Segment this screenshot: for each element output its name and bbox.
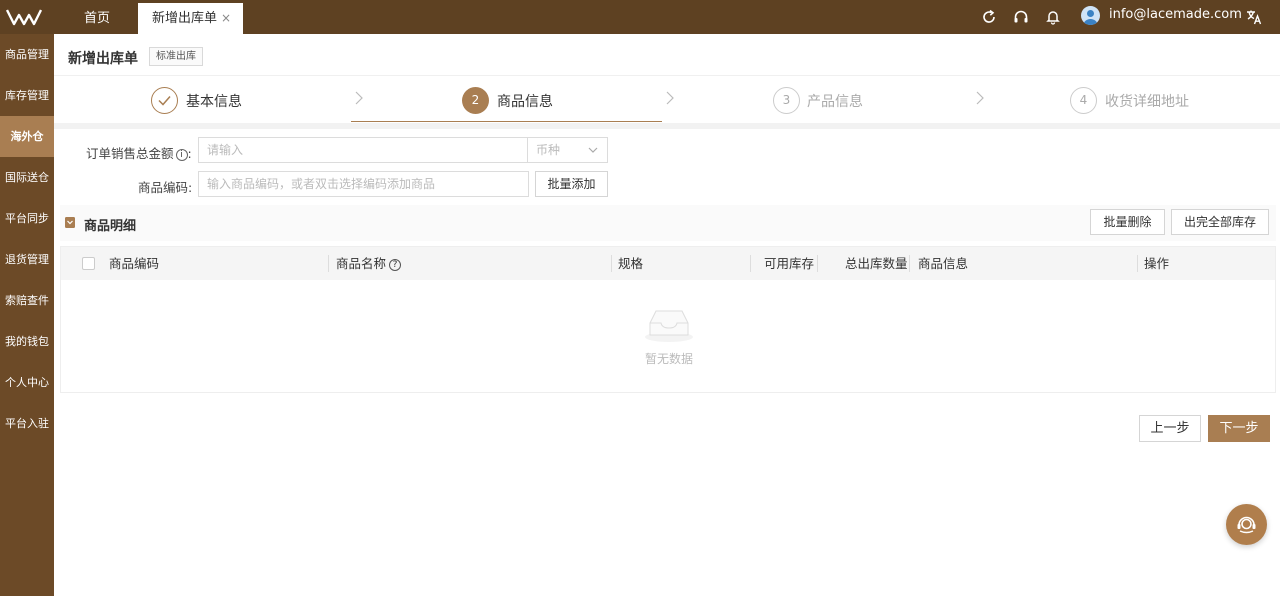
- col-sku: 商品编码: [109, 256, 160, 271]
- user-email[interactable]: info@lacemade.com: [1109, 0, 1242, 30]
- col-name-label: 商品名称: [336, 256, 387, 271]
- sidebar-item-platform-join[interactable]: 平台入驻: [0, 403, 54, 444]
- sku-label: 商品编码:: [138, 180, 193, 195]
- all-out-button[interactable]: 出完全部库存: [1171, 209, 1269, 235]
- col-actions: 操作: [1144, 256, 1170, 271]
- active-step-indicator: [351, 121, 662, 122]
- table-header: 商品编码 商品名称? 规格 可用库存 总出库数量 商品信息 操作: [61, 247, 1275, 280]
- tab-label: 新增出库单: [152, 11, 218, 26]
- total-amount-label-text: 订单销售总金额: [86, 146, 174, 161]
- chevron-right-icon: [666, 91, 674, 105]
- tab-close-icon[interactable]: ×: [221, 3, 231, 34]
- info-icon[interactable]: i: [175, 148, 188, 161]
- user-avatar-icon: [1083, 10, 1098, 25]
- main-content: 新增出库单 标准出库 基本信息 2 商品信息 3 产品信息 4 收货详细地址 订…: [54, 34, 1280, 596]
- step-2-label[interactable]: 商品信息: [497, 91, 553, 111]
- sidebar: 商品管理 库存管理 海外仓 国际送仓 平台同步 退货管理 索赔查件 我的钱包 个…: [0, 34, 54, 596]
- column-divider: [817, 255, 818, 272]
- prev-step-button[interactable]: 上一步: [1139, 415, 1201, 442]
- label-colon: :: [187, 146, 192, 161]
- help-icon[interactable]: ?: [389, 258, 402, 271]
- sku-input[interactable]: 输入商品编码，或者双击选择编码添加商品: [198, 171, 529, 197]
- total-amount-label: 订单销售总金额 i:: [86, 143, 192, 162]
- column-divider: [1137, 255, 1138, 272]
- total-amount-input[interactable]: 请输入: [198, 137, 529, 163]
- col-spec: 规格: [618, 256, 644, 271]
- col-info: 商品信息: [918, 256, 969, 271]
- sidebar-item-intl-delivery[interactable]: 国际送仓: [0, 157, 54, 198]
- chevron-right-icon: [976, 91, 984, 105]
- sidebar-item-profile[interactable]: 个人中心: [0, 362, 54, 403]
- column-divider: [328, 255, 329, 272]
- step-1-check-icon: [151, 87, 178, 114]
- step-3-number: 3: [773, 87, 800, 114]
- column-divider: [750, 255, 751, 272]
- headset-icon[interactable]: [1012, 8, 1030, 26]
- tab-home[interactable]: 首页: [84, 3, 110, 34]
- step-2-number: 2: [462, 87, 489, 114]
- order-type-tag: 标准出库: [149, 47, 203, 66]
- sidebar-item-returns[interactable]: 退货管理: [0, 239, 54, 280]
- step-4-label[interactable]: 收货详细地址: [1105, 91, 1189, 111]
- sidebar-item-claims[interactable]: 索赔查件: [0, 280, 54, 321]
- sidebar-item-wallet[interactable]: 我的钱包: [0, 321, 54, 362]
- step-3-label[interactable]: 产品信息: [807, 91, 863, 111]
- page-title: 新增出库单: [68, 51, 138, 67]
- detail-title: 商品明细: [84, 219, 137, 234]
- bulk-delete-button[interactable]: 批量删除: [1090, 209, 1165, 235]
- currency-select[interactable]: 币种: [527, 137, 608, 163]
- sidebar-item-inventory[interactable]: 库存管理: [0, 75, 54, 116]
- step-4-number: 4: [1070, 87, 1097, 114]
- collapse-toggle-icon[interactable]: [65, 217, 75, 228]
- product-table: 商品编码 商品名称? 规格 可用库存 总出库数量 商品信息 操作 暂无数据: [60, 246, 1276, 393]
- divider: [54, 75, 1280, 76]
- chevron-down-icon: [588, 147, 598, 153]
- empty-state-text: 暂无数据: [645, 352, 694, 366]
- col-available: 可用库存: [764, 256, 815, 271]
- column-divider: [909, 255, 910, 272]
- bell-icon[interactable]: [1044, 8, 1062, 26]
- next-step-button[interactable]: 下一步: [1208, 415, 1270, 442]
- col-total-qty: 总出库数量: [845, 256, 908, 271]
- support-agent-icon: [1237, 516, 1256, 534]
- translate-icon[interactable]: [1245, 8, 1263, 26]
- column-divider: [611, 255, 612, 272]
- top-bar: 首页 新增出库单 × info@lacemade.com: [0, 0, 1280, 34]
- avatar[interactable]: [1081, 6, 1100, 25]
- divider: [54, 123, 1280, 129]
- empty-inbox-icon: [645, 310, 693, 342]
- refresh-icon[interactable]: [980, 8, 998, 26]
- tab-new-outbound[interactable]: 新增出库单 ×: [138, 3, 243, 34]
- support-chat-button[interactable]: [1226, 504, 1267, 545]
- currency-placeholder: 币种: [536, 143, 561, 157]
- step-1-label[interactable]: 基本信息: [186, 91, 242, 111]
- sidebar-item-platform-sync[interactable]: 平台同步: [0, 198, 54, 239]
- logo-icon[interactable]: [6, 8, 42, 26]
- check-icon: [158, 96, 171, 106]
- chevron-right-icon: [355, 91, 363, 105]
- col-name: 商品名称?: [336, 247, 402, 280]
- sidebar-item-products[interactable]: 商品管理: [0, 34, 54, 75]
- bulk-add-button[interactable]: 批量添加: [535, 171, 608, 197]
- select-all-checkbox[interactable]: [82, 257, 95, 270]
- sidebar-item-overseas-warehouse[interactable]: 海外仓: [0, 116, 54, 157]
